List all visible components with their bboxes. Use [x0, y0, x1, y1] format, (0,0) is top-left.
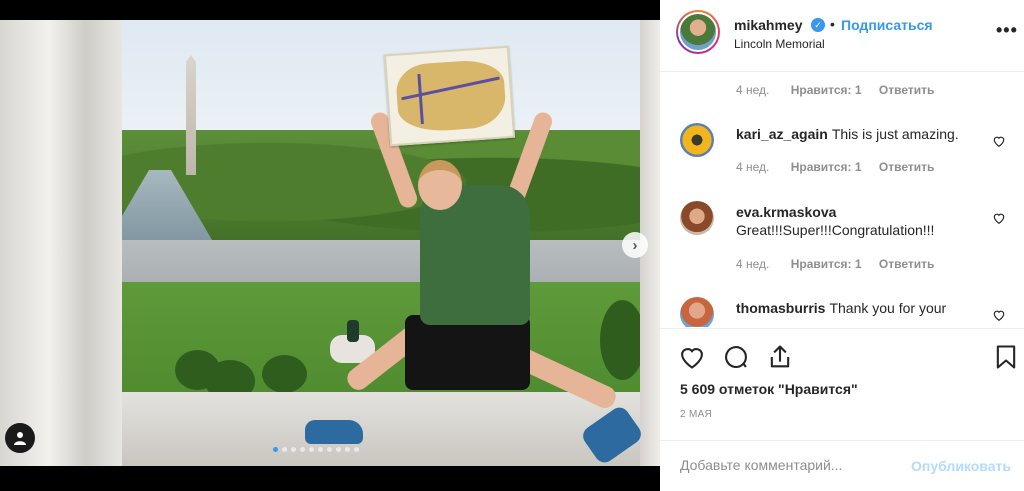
carousel-dot	[291, 447, 296, 452]
comment-time[interactable]: 4 нед.	[736, 257, 769, 271]
carousel-dot	[327, 447, 332, 452]
username-link[interactable]: mikahmey	[734, 17, 802, 33]
comment-icon[interactable]	[722, 343, 750, 371]
carousel-dot	[282, 447, 287, 452]
post-actions: 5 609 отметок "Нравится" 2 МАЯ	[660, 328, 1024, 440]
comment-likes[interactable]: Нравится: 1	[791, 257, 862, 271]
avatar[interactable]	[680, 297, 714, 327]
verified-badge-icon: ✓	[811, 18, 825, 32]
carousel-dot	[345, 447, 350, 452]
comments-list[interactable]: 4 нед. Нравится: 1 Ответить kari_az_agai…	[660, 73, 1024, 327]
location-link[interactable]: Lincoln Memorial	[734, 37, 825, 51]
comment-username[interactable]: kari_az_again	[736, 126, 828, 142]
comment-body: eva.krmaskova Great!!!Super!!!Congratula…	[736, 203, 986, 239]
carousel-dot	[273, 447, 278, 452]
avatar[interactable]	[680, 123, 714, 157]
post-header: mikahmey ✓ • Подписаться Lincoln Memoria…	[660, 0, 1024, 72]
comment-input[interactable]	[680, 457, 910, 473]
instagram-post-modal: › mikahmey ✓ • Подписаться Lincoln Memor…	[0, 0, 1024, 491]
comment-likes[interactable]: Нравится: 1	[791, 160, 862, 174]
post-sidebar: mikahmey ✓ • Подписаться Lincoln Memoria…	[660, 0, 1024, 491]
rider	[347, 320, 359, 342]
comment-time[interactable]: 4 нед.	[736, 83, 769, 97]
carousel-dot	[309, 447, 314, 452]
share-icon[interactable]	[766, 343, 794, 371]
post-photo[interactable]: ›	[0, 20, 660, 466]
comment-body: thomasburris Thank you for your	[736, 299, 986, 317]
carousel-dot	[336, 447, 341, 452]
comment-meta: 4 нед. Нравится: 1 Ответить	[736, 160, 934, 174]
comment-meta: 4 нед. Нравится: 1 Ответить	[736, 257, 934, 271]
post-date[interactable]: 2 МАЯ	[680, 409, 712, 420]
heart-icon[interactable]	[992, 211, 1006, 225]
likes-count[interactable]: 5 609 отметок "Нравится"	[680, 381, 858, 397]
publish-button[interactable]: Опубликовать	[911, 458, 1011, 474]
follow-button[interactable]: Подписаться	[841, 17, 933, 33]
separator-dot: •	[830, 16, 835, 32]
comment-text: This is just amazing.	[831, 126, 959, 142]
heart-icon[interactable]	[992, 134, 1006, 148]
reply-button[interactable]: Ответить	[879, 257, 934, 271]
carousel-dot	[300, 447, 305, 452]
comment-username[interactable]: eva.krmaskova	[736, 204, 836, 220]
comment-text: Thank you for your	[829, 300, 947, 316]
more-options-icon[interactable]: •••	[996, 20, 1018, 41]
comment-body: kari_az_again This is just amazing.	[736, 125, 959, 143]
marble-column	[0, 20, 122, 466]
user-tag-icon[interactable]	[5, 423, 35, 453]
avatar[interactable]	[680, 201, 714, 235]
comment-time[interactable]: 4 нед.	[736, 160, 769, 174]
usa-map	[383, 45, 516, 147]
heart-icon[interactable]	[678, 343, 706, 371]
reply-button[interactable]: Ответить	[879, 83, 934, 97]
carousel-indicator	[273, 447, 359, 452]
comment-meta: 4 нед. Нравится: 1 Ответить	[736, 83, 934, 97]
avatar[interactable]	[676, 10, 720, 54]
comment-username[interactable]: thomasburris	[736, 300, 825, 316]
heart-icon[interactable]	[992, 308, 1006, 322]
comment-text: Great!!!Super!!!Congratulation!!!	[736, 222, 935, 238]
add-comment-form: Опубликовать	[660, 440, 1024, 491]
washington-monument	[186, 55, 196, 175]
carousel-dot	[318, 447, 323, 452]
reply-button[interactable]: Ответить	[879, 160, 934, 174]
bookmark-icon[interactable]	[992, 343, 1020, 371]
comment-likes[interactable]: Нравится: 1	[791, 83, 862, 97]
chevron-right-icon[interactable]: ›	[622, 232, 648, 258]
carousel-dot	[354, 447, 359, 452]
